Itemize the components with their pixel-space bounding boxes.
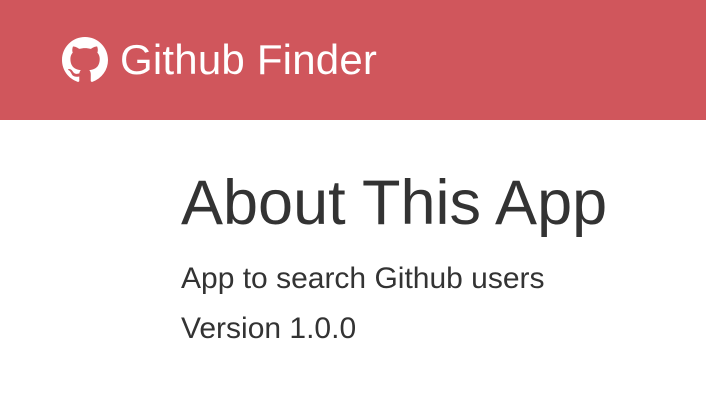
app-description: App to search Github users: [181, 262, 545, 295]
about-page: About This App App to search Github user…: [181, 160, 691, 354]
brand-link[interactable]: Github Finder: [62, 36, 377, 84]
app-version: Version 1.0.0: [181, 312, 357, 345]
app-title: Github Finder: [120, 36, 378, 83]
page-title: About This App: [181, 168, 608, 238]
github-icon: [62, 37, 108, 83]
navbar: Github Finder: [0, 0, 706, 120]
